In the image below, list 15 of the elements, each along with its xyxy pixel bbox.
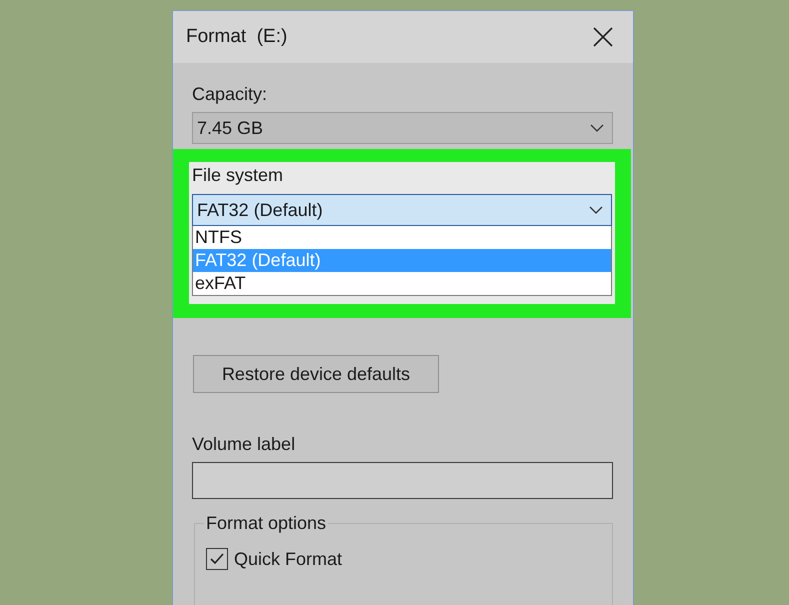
- chevron-icon: [589, 206, 603, 214]
- capacity-label: Capacity:: [192, 83, 268, 105]
- file-system-dropdown[interactable]: FAT32 (Default): [192, 194, 612, 226]
- window-title: Format (E:): [186, 26, 288, 48]
- close-icon[interactable]: [593, 27, 613, 47]
- capacity-dropdown[interactable]: 7.45 GB: [192, 112, 613, 144]
- chevron-icon: [590, 124, 604, 132]
- restore-defaults-button[interactable]: Restore device defaults: [193, 355, 439, 393]
- volume-label-field[interactable]: [192, 462, 613, 499]
- checkbox[interactable]: [206, 548, 228, 570]
- volume-label-label: Volume label: [192, 433, 296, 455]
- file-system-label: File system: [192, 164, 284, 186]
- dropdown-option[interactable]: exFAT: [193, 272, 611, 295]
- checkbox-label[interactable]: Quick Format: [234, 548, 342, 570]
- dropdown-option[interactable]: NTFS: [193, 226, 611, 249]
